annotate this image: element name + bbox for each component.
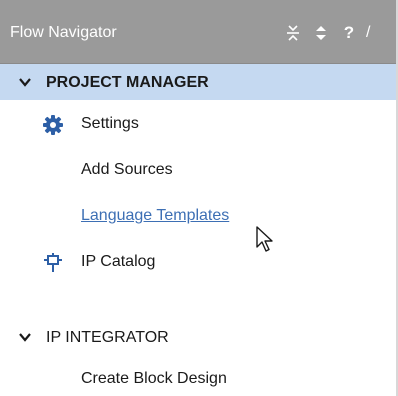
nav-item-label: Settings <box>81 115 139 132</box>
section-project-manager[interactable]: PROJECT MANAGER <box>0 64 396 100</box>
nav-item-settings[interactable]: Settings <box>0 107 396 141</box>
ip-catalog-icon <box>44 253 62 272</box>
section-ip-integrator[interactable]: IP INTEGRATOR <box>0 319 396 355</box>
flow-navigator-panel: Flow Navigator ? / PROJECT MANAGER Setti… <box>0 0 398 396</box>
nav-item-create-block-design[interactable]: Create Block Design <box>0 362 396 396</box>
nav-item-add-sources[interactable]: Add Sources <box>0 153 396 187</box>
gear-icon <box>43 115 63 135</box>
header-toolbar: ? / <box>282 20 384 46</box>
truncated-icon[interactable]: / <box>366 21 378 45</box>
chevron-down-icon[interactable] <box>18 76 32 88</box>
nav-item-ip-catalog[interactable]: IP Catalog <box>0 245 396 279</box>
chevron-down-icon[interactable] <box>18 331 32 343</box>
collapse-all-icon[interactable] <box>282 21 304 45</box>
expand-collapse-icon[interactable] <box>310 21 332 45</box>
nav-item-language-templates[interactable]: Language Templates <box>0 199 396 233</box>
section-label: PROJECT MANAGER <box>46 74 209 91</box>
help-icon[interactable]: ? <box>338 21 360 45</box>
panel-title: Flow Navigator <box>10 24 117 41</box>
nav-item-label: IP Catalog <box>81 253 156 270</box>
nav-item-label: Add Sources <box>81 161 173 178</box>
nav-item-label: Create Block Design <box>81 370 227 387</box>
panel-header: Flow Navigator ? / <box>0 0 396 64</box>
section-label: IP INTEGRATOR <box>46 329 169 346</box>
nav-item-label[interactable]: Language Templates <box>81 207 229 225</box>
